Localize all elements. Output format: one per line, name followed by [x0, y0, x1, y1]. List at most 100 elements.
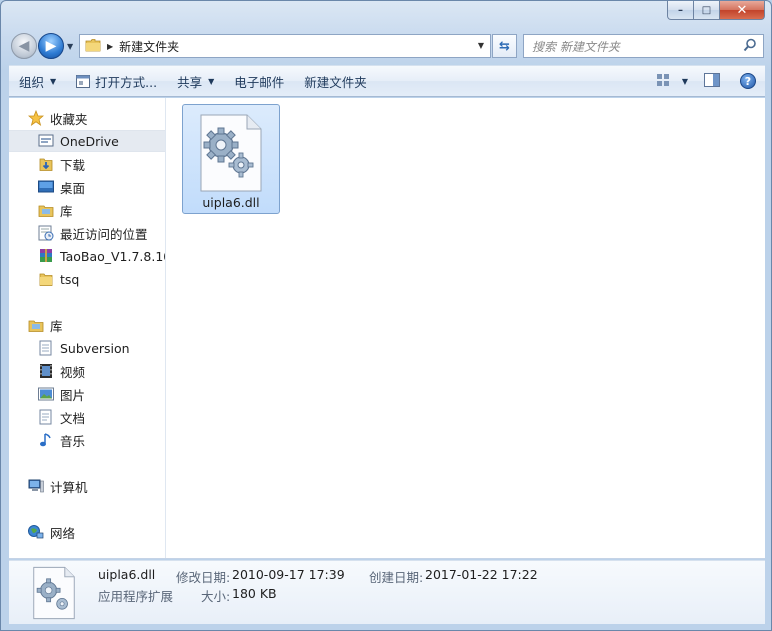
search-placeholder: 搜索 新建文件夹: [532, 39, 620, 54]
details-pane: uipla6.dll 应用程序扩展 修改日期: 2010-09-17 17:39…: [9, 560, 765, 624]
nav-computer[interactable]: 计算机: [9, 475, 165, 497]
details-size-label: 大小:: [201, 589, 231, 604]
sidebar-item-recent-places[interactable]: 最近访问的位置: [9, 222, 165, 244]
sidebar-item-label: 最近访问的位置: [60, 226, 148, 242]
close-button[interactable]: ✕: [720, 1, 765, 20]
nav-network[interactable]: 网络: [9, 521, 165, 543]
sidebar-item-label: 桌面: [60, 180, 86, 196]
file-item[interactable]: uipla6.dll: [182, 104, 280, 214]
file-name: uipla6.dll: [202, 195, 260, 210]
nav-computer-label: 计算机: [50, 479, 88, 495]
file-list-area[interactable]: uipla6.dll: [167, 98, 765, 558]
sidebar-item-label: 音乐: [60, 433, 86, 449]
chevron-down-icon: ▼: [681, 76, 689, 86]
change-view-button[interactable]: [649, 66, 677, 96]
sidebar-item-desktop[interactable]: 桌面: [9, 176, 165, 198]
help-button[interactable]: ?: [731, 66, 765, 96]
sidebar-item-label: TaoBao_V1.7.8.10_: [60, 248, 166, 264]
nav-network-label: 网络: [50, 525, 76, 541]
sidebar-item-subversion[interactable]: Subversion: [9, 337, 165, 359]
new-folder-label: 新建文件夹: [304, 74, 367, 90]
view-options-icon: [656, 73, 670, 90]
desktop-icon: [38, 179, 54, 195]
details-file-type: 应用程序扩展: [98, 589, 174, 604]
details-created-label: 创建日期:: [369, 570, 424, 585]
breadcrumb-current-folder[interactable]: 新建文件夹: [119, 38, 179, 55]
search-input[interactable]: 搜索 新建文件夹: [523, 34, 764, 58]
dll-gear-icon: [199, 113, 263, 196]
nav-favorites-label: 收藏夹: [50, 111, 88, 127]
video-icon: [38, 363, 54, 379]
sidebar-item-documents[interactable]: 文档: [9, 406, 165, 428]
music-icon: [38, 432, 54, 448]
explorer-window: – □ ✕ ◀ ▶ ▼ ▶ 新建文件夹 ▼ ⇆ 搜索 新建文件夹 组织 ▼ 打开…: [0, 0, 772, 631]
refresh-button[interactable]: ⇆: [492, 34, 517, 58]
back-button[interactable]: ◀: [11, 33, 37, 59]
window-caption-buttons: – □ ✕: [667, 1, 765, 20]
folder-icon: [85, 37, 101, 56]
dll-gear-icon: [32, 566, 76, 623]
breadcrumb-separator-icon[interactable]: ▶: [107, 42, 113, 51]
organize-menu[interactable]: 组织 ▼: [9, 66, 66, 96]
pictures-icon: [38, 386, 54, 402]
computer-icon: [28, 478, 44, 494]
sidebar-item-videos[interactable]: 视频: [9, 360, 165, 382]
nav-libraries-label: 库: [50, 318, 63, 334]
maximize-button[interactable]: □: [694, 1, 720, 20]
library-icon: [28, 317, 44, 333]
library-icon: [38, 202, 54, 218]
minimize-button[interactable]: –: [667, 1, 694, 20]
downloads-folder-icon: [38, 156, 54, 172]
open-with-label: 打开方式...: [95, 74, 158, 90]
help-icon: ?: [740, 73, 756, 89]
sidebar-item-onedrive[interactable]: OneDrive: [9, 130, 165, 152]
address-bar[interactable]: ▶ 新建文件夹 ▼: [79, 34, 491, 58]
sidebar-item-label: Subversion: [60, 340, 130, 356]
share-menu[interactable]: 共享 ▼: [167, 66, 224, 96]
sidebar-item-label: 图片: [60, 387, 86, 403]
new-folder-button[interactable]: 新建文件夹: [294, 66, 377, 96]
nav-libraries-header[interactable]: 库: [9, 314, 165, 336]
sidebar-item-label: 库: [60, 203, 73, 219]
recent-places-icon: [38, 225, 54, 241]
document-library-icon: [38, 340, 54, 356]
share-label: 共享: [177, 74, 203, 90]
onedrive-icon: [38, 133, 54, 149]
details-size-value: 180 KB: [232, 586, 277, 601]
preview-pane-icon: [704, 72, 720, 90]
sidebar-item-label: 下载: [60, 157, 86, 173]
search-icon[interactable]: [743, 38, 757, 52]
recent-pages-dropdown[interactable]: ▼: [67, 42, 73, 51]
navigation-pane: 收藏夹 OneDrive 下载 桌面 库 最近访问的位置 TaoBao_V1.7…: [9, 98, 166, 558]
sidebar-item-downloads[interactable]: 下载: [9, 153, 165, 175]
forward-button[interactable]: ▶: [38, 33, 64, 59]
details-created-value: 2017-01-22 17:22: [425, 567, 538, 582]
star-icon: [28, 110, 44, 126]
open-with-button[interactable]: 打开方式...: [66, 66, 167, 96]
nav-favorites-header[interactable]: 收藏夹: [9, 107, 165, 129]
sidebar-item-label: 文档: [60, 410, 86, 426]
network-icon: [28, 524, 44, 540]
folder-icon: [38, 271, 54, 287]
view-dropdown[interactable]: ▼: [677, 66, 693, 96]
sidebar-item-pictures[interactable]: 图片: [9, 383, 165, 405]
open-with-icon: [76, 74, 91, 88]
sidebar-item-label: OneDrive: [60, 133, 119, 149]
documents-icon: [38, 409, 54, 425]
details-modified-value: 2010-09-17 17:39: [232, 567, 345, 582]
sidebar-item-label: tsq: [60, 271, 80, 287]
winrar-archive-icon: [38, 248, 54, 264]
sidebar-item-label: 视频: [60, 364, 86, 380]
preview-pane-button[interactable]: [693, 66, 731, 96]
chevron-down-icon: ▼: [208, 76, 215, 86]
address-history-dropdown[interactable]: ▼: [478, 41, 484, 50]
main-content: 收藏夹 OneDrive 下载 桌面 库 最近访问的位置 TaoBao_V1.7…: [9, 98, 765, 559]
sidebar-item-library[interactable]: 库: [9, 199, 165, 221]
email-button[interactable]: 电子邮件: [224, 66, 294, 96]
command-bar: 组织 ▼ 打开方式... 共享 ▼ 电子邮件 新建文件夹 ▼ ?: [9, 65, 765, 97]
chevron-down-icon: ▼: [50, 76, 57, 86]
sidebar-item-tsq[interactable]: tsq: [9, 268, 165, 290]
sidebar-item-music[interactable]: 音乐: [9, 429, 165, 451]
sidebar-item-taobao[interactable]: TaoBao_V1.7.8.10_: [9, 245, 166, 267]
email-label: 电子邮件: [234, 74, 285, 90]
